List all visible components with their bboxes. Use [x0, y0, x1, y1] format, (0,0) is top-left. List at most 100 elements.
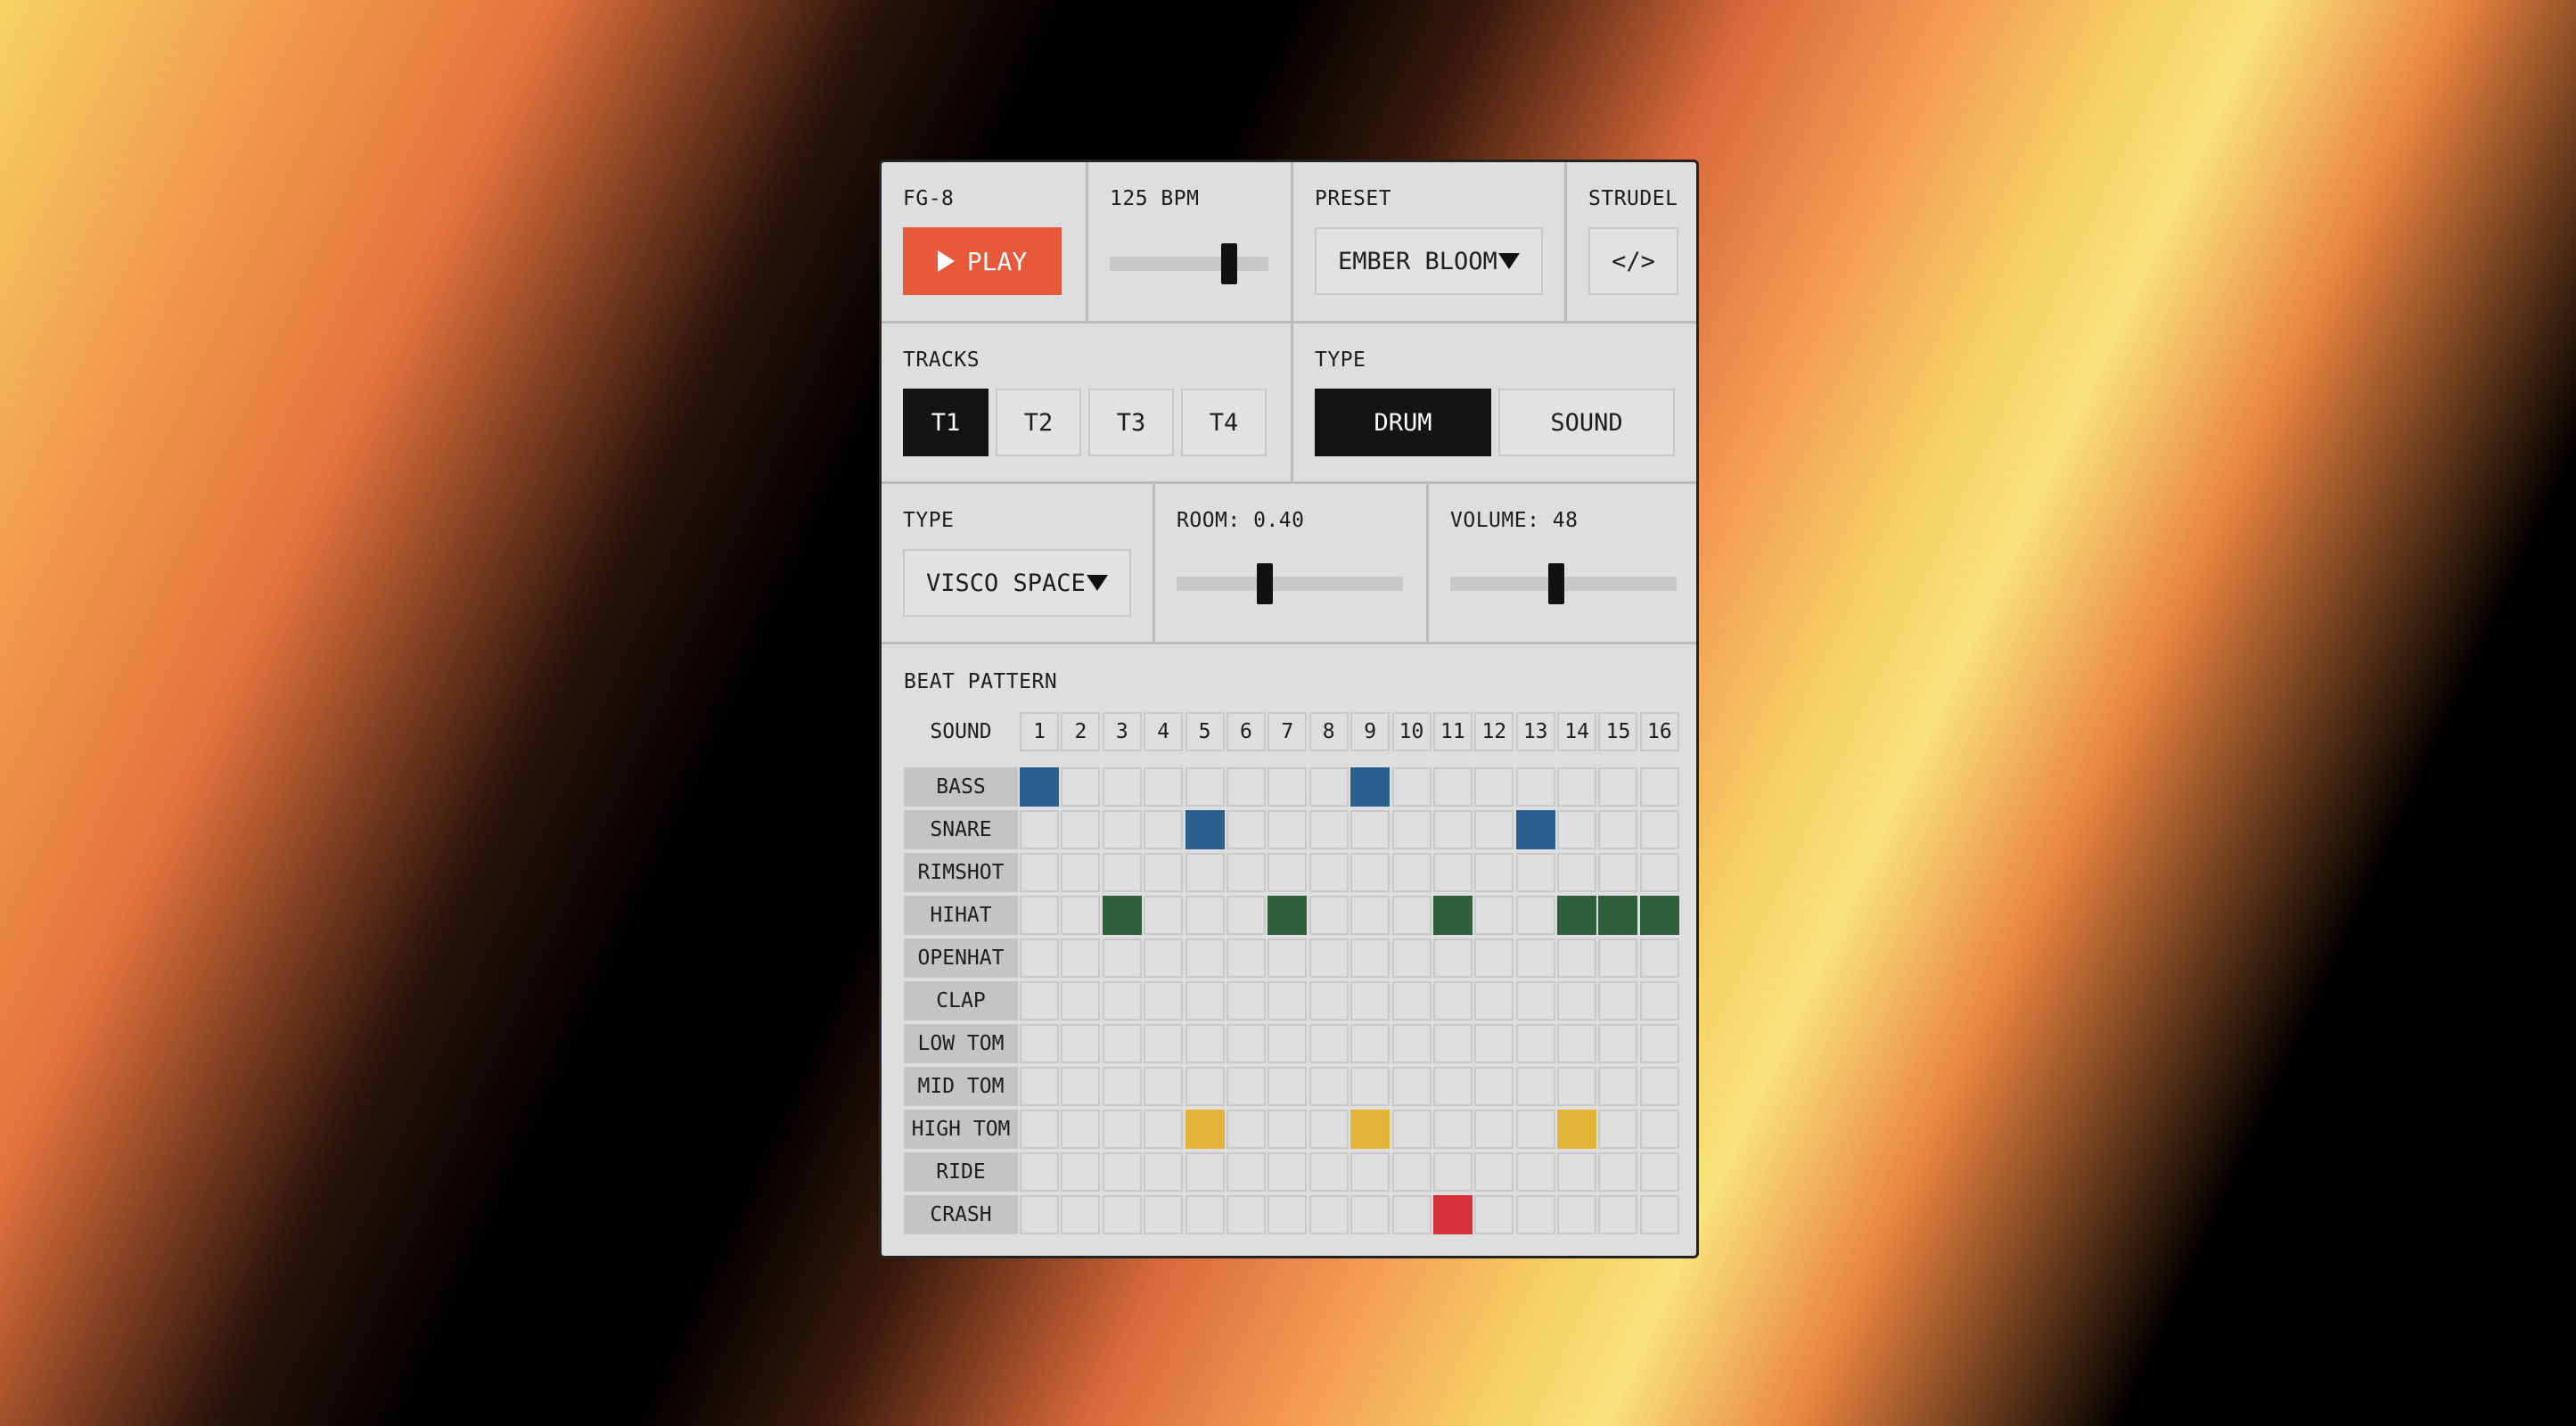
step-cell[interactable]: [1309, 767, 1349, 807]
step-cell[interactable]: [1557, 1067, 1597, 1106]
tab-t2[interactable]: T2: [996, 389, 1081, 456]
step-cell[interactable]: [1557, 981, 1597, 1020]
step-cell[interactable]: [1226, 810, 1266, 849]
step-cell[interactable]: [1391, 938, 1432, 978]
step-cell[interactable]: [1639, 853, 1679, 892]
step-cell[interactable]: [1515, 810, 1555, 849]
step-cell[interactable]: [1598, 938, 1638, 978]
step-cell[interactable]: [1474, 1024, 1514, 1063]
tab-t4[interactable]: T4: [1181, 389, 1267, 456]
step-cell[interactable]: [1515, 1110, 1555, 1149]
step-cell[interactable]: [1267, 810, 1308, 849]
step-cell[interactable]: [1432, 767, 1473, 807]
step-cell[interactable]: [1557, 1152, 1597, 1192]
step-cell[interactable]: [1267, 1110, 1308, 1149]
step-cell[interactable]: [1226, 896, 1266, 935]
step-cell[interactable]: [1185, 981, 1225, 1020]
step-cell[interactable]: [1226, 1195, 1266, 1234]
step-cell[interactable]: [1309, 981, 1349, 1020]
step-cell[interactable]: [1391, 1195, 1432, 1234]
step-cell[interactable]: [1267, 1195, 1308, 1234]
step-cell[interactable]: [1474, 981, 1514, 1020]
step-cell[interactable]: [1557, 1110, 1597, 1149]
step-cell[interactable]: [1309, 853, 1349, 892]
step-cell[interactable]: [1020, 1110, 1059, 1149]
step-cell[interactable]: [1515, 1152, 1555, 1192]
step-cell[interactable]: [1061, 1024, 1101, 1063]
step-cell[interactable]: [1432, 1152, 1473, 1192]
step-cell[interactable]: [1185, 1110, 1225, 1149]
step-cell[interactable]: [1102, 938, 1142, 978]
step-cell[interactable]: [1185, 853, 1225, 892]
step-cell[interactable]: [1309, 1195, 1349, 1234]
code-button[interactable]: </>: [1588, 227, 1678, 295]
step-cell[interactable]: [1639, 767, 1679, 807]
step-cell[interactable]: [1185, 938, 1225, 978]
step-cell[interactable]: [1557, 1024, 1597, 1063]
volume-slider[interactable]: [1450, 563, 1677, 604]
step-cell[interactable]: [1102, 767, 1142, 807]
step-cell[interactable]: [1102, 896, 1142, 935]
step-cell[interactable]: [1557, 1195, 1597, 1234]
step-cell[interactable]: [1391, 810, 1432, 849]
step-cell[interactable]: [1061, 767, 1101, 807]
step-cell[interactable]: [1185, 1152, 1225, 1192]
step-cell[interactable]: [1474, 767, 1514, 807]
step-cell[interactable]: [1598, 767, 1638, 807]
step-cell[interactable]: [1350, 1110, 1391, 1149]
step-cell[interactable]: [1350, 938, 1391, 978]
step-cell[interactable]: [1102, 1152, 1142, 1192]
step-cell[interactable]: [1020, 1024, 1059, 1063]
step-cell[interactable]: [1432, 981, 1473, 1020]
play-button[interactable]: PLAY: [903, 227, 1062, 295]
step-cell[interactable]: [1391, 853, 1432, 892]
step-cell[interactable]: [1639, 1067, 1679, 1106]
step-cell[interactable]: [1102, 1110, 1142, 1149]
step-cell[interactable]: [1432, 810, 1473, 849]
step-cell[interactable]: [1061, 1152, 1101, 1192]
step-cell[interactable]: [1598, 1110, 1638, 1149]
step-cell[interactable]: [1020, 1195, 1059, 1234]
step-cell[interactable]: [1350, 1195, 1391, 1234]
step-cell[interactable]: [1474, 810, 1514, 849]
step-cell[interactable]: [1102, 981, 1142, 1020]
step-cell[interactable]: [1515, 938, 1555, 978]
step-cell[interactable]: [1185, 767, 1225, 807]
step-cell[interactable]: [1515, 853, 1555, 892]
step-cell[interactable]: [1391, 981, 1432, 1020]
step-cell[interactable]: [1474, 896, 1514, 935]
step-cell[interactable]: [1020, 767, 1059, 807]
step-cell[interactable]: [1226, 981, 1266, 1020]
step-cell[interactable]: [1639, 1024, 1679, 1063]
step-cell[interactable]: [1557, 896, 1597, 935]
step-cell[interactable]: [1309, 1067, 1349, 1106]
step-cell[interactable]: [1598, 1195, 1638, 1234]
step-cell[interactable]: [1144, 1024, 1184, 1063]
step-cell[interactable]: [1474, 1110, 1514, 1149]
step-cell[interactable]: [1144, 767, 1184, 807]
step-cell[interactable]: [1061, 1195, 1101, 1234]
step-cell[interactable]: [1557, 853, 1597, 892]
tab-t3[interactable]: T3: [1088, 389, 1174, 456]
step-cell[interactable]: [1226, 938, 1266, 978]
step-cell[interactable]: [1061, 1067, 1101, 1106]
step-cell[interactable]: [1598, 1067, 1638, 1106]
step-cell[interactable]: [1185, 896, 1225, 935]
step-cell[interactable]: [1309, 1110, 1349, 1149]
step-cell[interactable]: [1102, 1067, 1142, 1106]
step-cell[interactable]: [1515, 767, 1555, 807]
step-cell[interactable]: [1515, 1067, 1555, 1106]
reverb-type-dropdown[interactable]: VISCO SPACE: [903, 549, 1131, 617]
step-cell[interactable]: [1474, 853, 1514, 892]
step-cell[interactable]: [1309, 938, 1349, 978]
step-cell[interactable]: [1185, 1067, 1225, 1106]
step-cell[interactable]: [1474, 1152, 1514, 1192]
step-cell[interactable]: [1102, 1195, 1142, 1234]
step-cell[interactable]: [1639, 938, 1679, 978]
step-cell[interactable]: [1515, 981, 1555, 1020]
drum-button[interactable]: DRUM: [1315, 389, 1491, 456]
step-cell[interactable]: [1474, 1195, 1514, 1234]
step-cell[interactable]: [1226, 853, 1266, 892]
step-cell[interactable]: [1267, 896, 1308, 935]
step-cell[interactable]: [1350, 1024, 1391, 1063]
